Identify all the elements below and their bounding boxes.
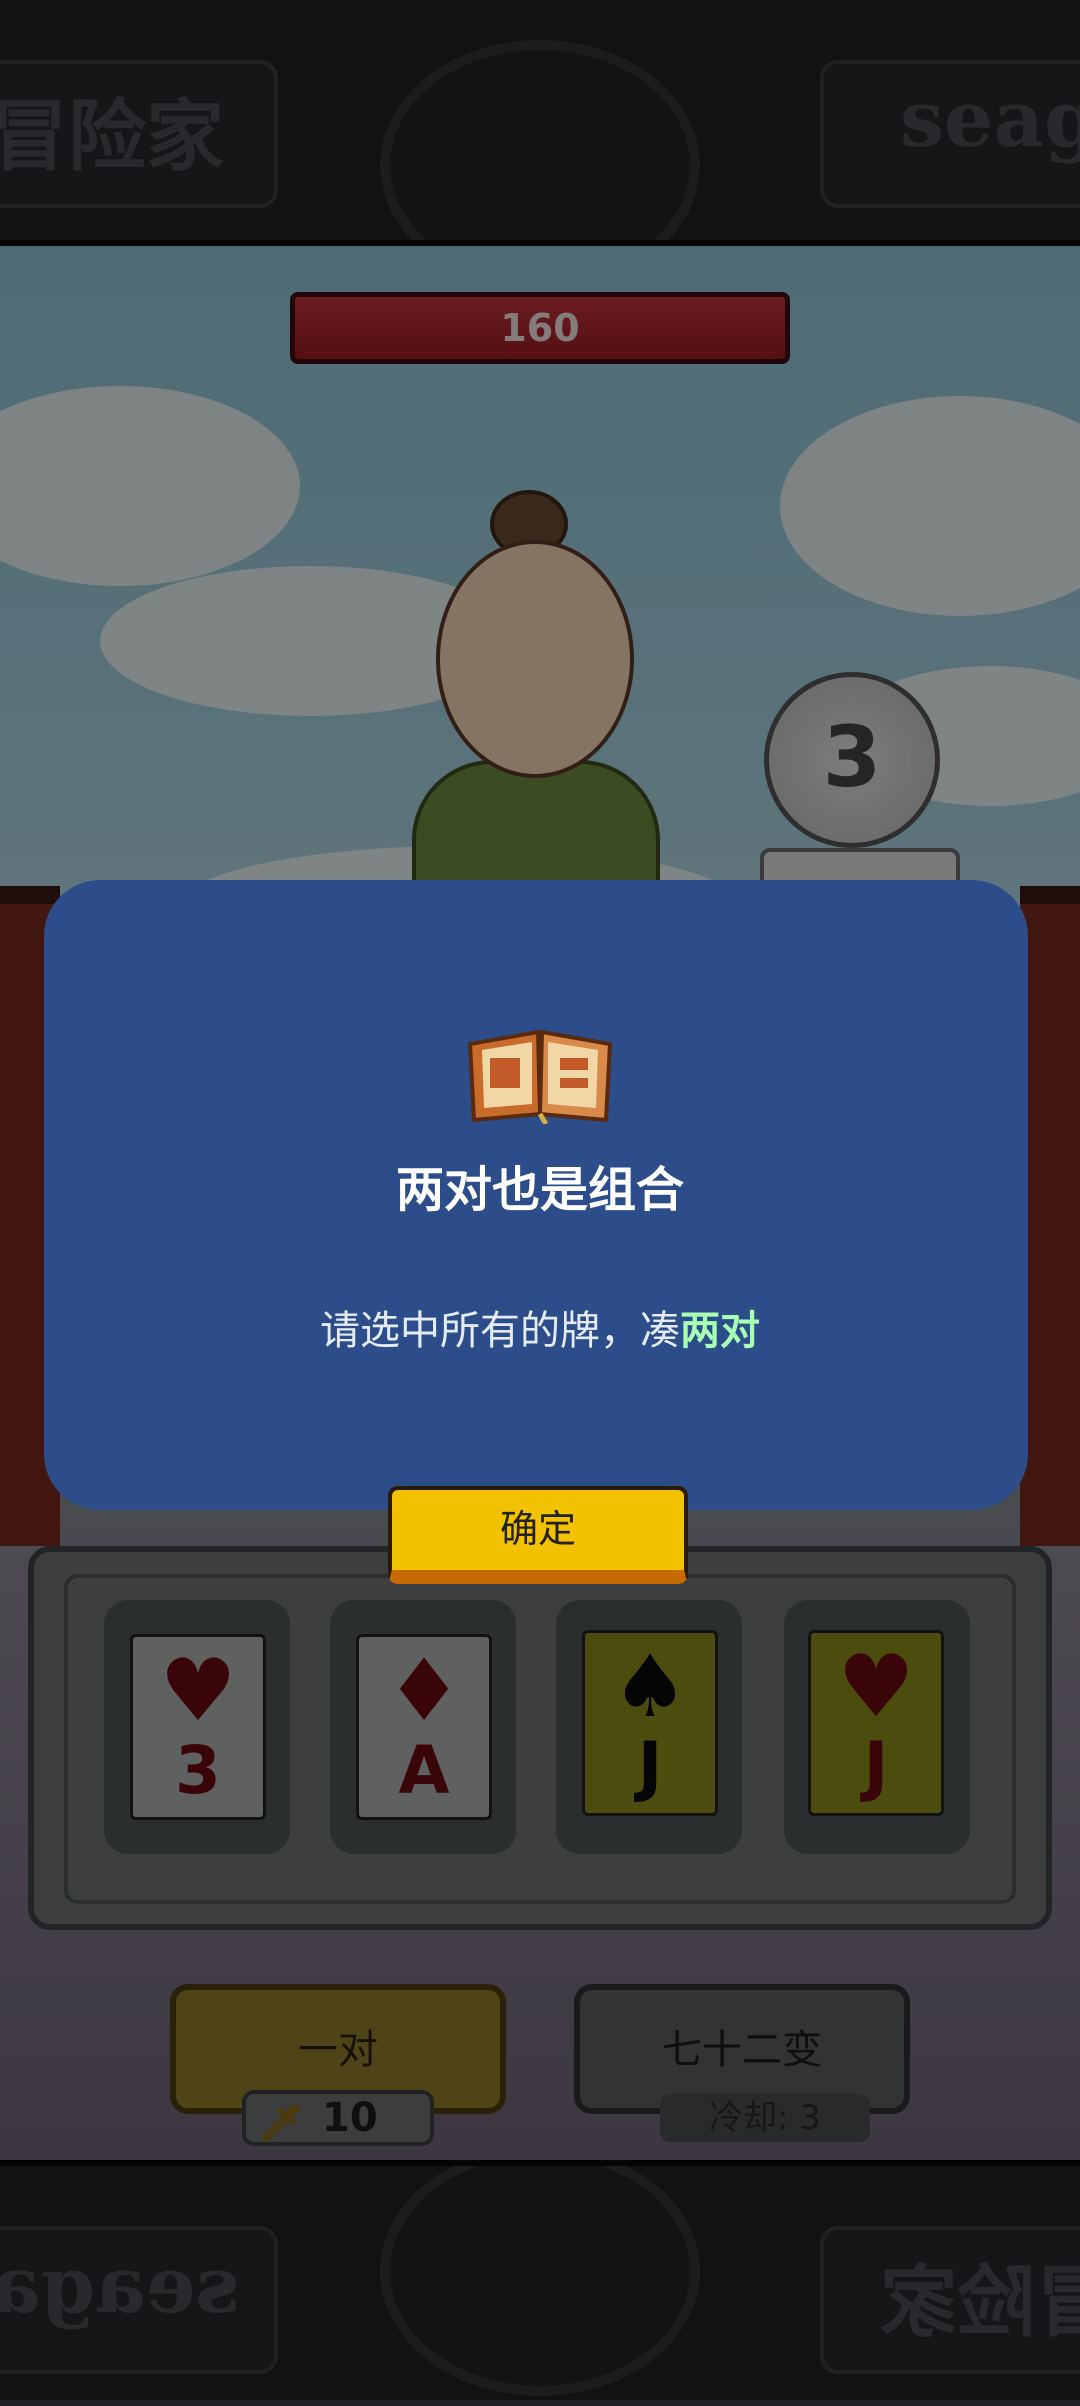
book-icon	[467, 1029, 613, 1124]
dialog-message-text: 请选中所有的牌，凑	[320, 1308, 680, 1354]
dialog-message-highlight: 两对	[680, 1308, 760, 1354]
dialog-message: 请选中所有的牌，凑两对	[0, 1298, 1080, 1356]
dialog-title: 两对也是组合	[395, 1162, 684, 1218]
confirm-button[interactable]: 确定	[388, 1486, 688, 1584]
